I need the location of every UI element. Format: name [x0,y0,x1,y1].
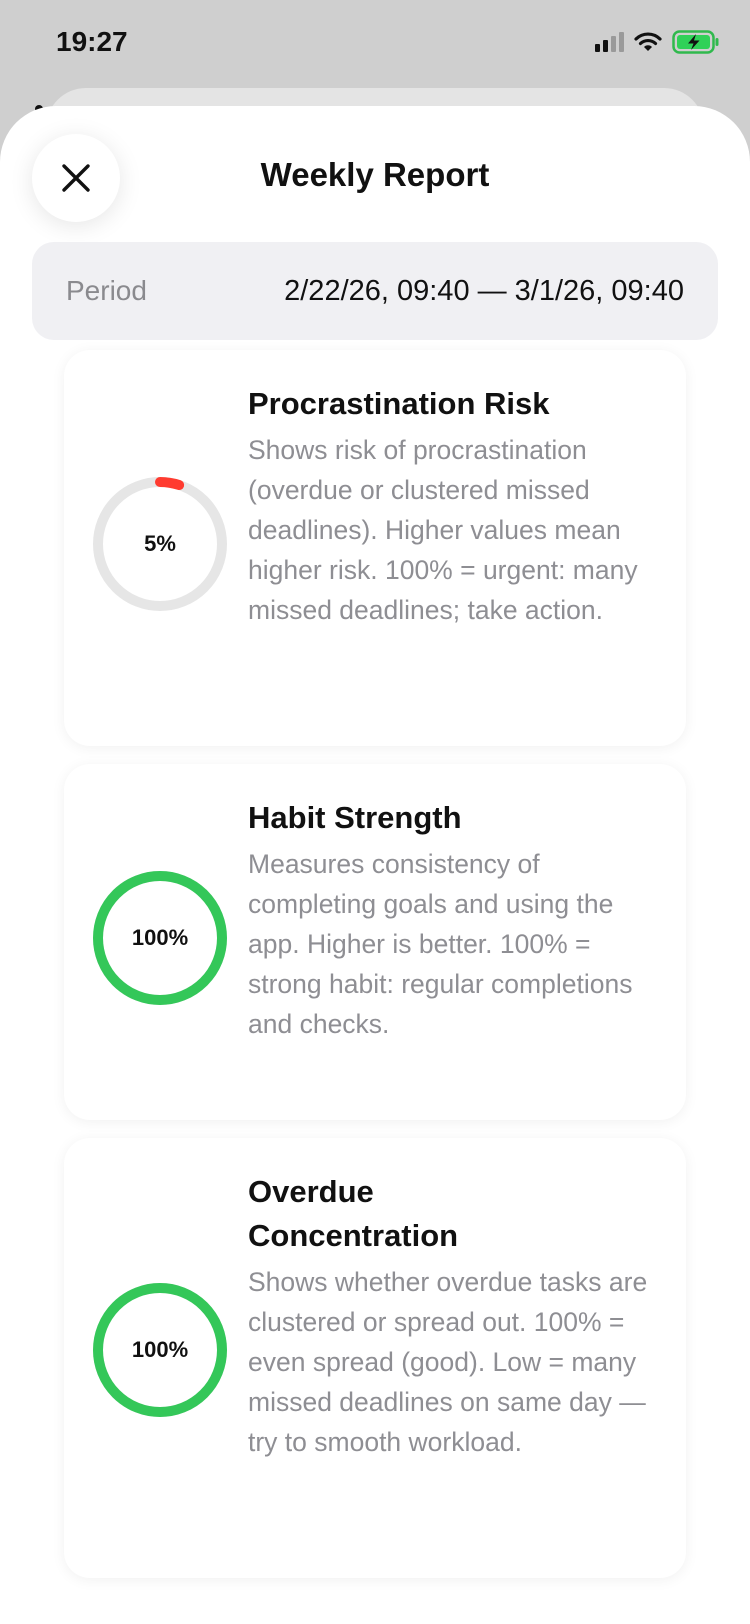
status-bar: 19:27 [0,0,750,90]
habit-strength-ring: 100% [90,868,230,1008]
habit-strength-value: 100% [131,925,189,950]
metric-title: Habit Strength [248,800,462,835]
procrastination-risk-ring: 5% [90,474,230,614]
metric-card-overdue-concentration: 100% Overdue Concentration Shows whether… [64,1138,686,1578]
metric-card-procrastination-risk: 5% Procrastination Risk Shows risk of pr… [64,350,686,746]
overdue-concentration-ring: 100% [90,1280,230,1420]
metric-title: Overdue Concentration [248,1174,459,1253]
metric-description: Shows risk of procrastination (overdue o… [248,435,638,625]
metric-title: Procrastination Risk [248,386,550,421]
page-title: Weekly Report [260,156,490,193]
period-row: Period 2/22/26, 09:40 — 3/1/26, 09:40 [32,242,718,340]
weekly-report-sheet: Weekly Report Period 2/22/26, 09:40 — 3/… [0,106,750,1624]
wifi-icon [634,32,662,51]
metric-card-habit-strength: 100% Habit Strength Measures consistency… [64,764,686,1120]
overdue-concentration-value: 100% [131,1337,189,1362]
period-label: Period [66,275,147,306]
period-value: 2/22/26, 09:40 — 3/1/26, 09:40 [284,274,684,307]
metric-description: Measures consistency of completing goals… [248,849,633,1039]
metric-description: Shows whether overdue tasks are clustere… [248,1267,648,1457]
status-time: 19:27 [56,26,128,57]
battery-charging-icon [672,30,719,54]
cellular-signal-icon [595,32,624,52]
procrastination-risk-value: 5% [144,531,176,556]
status-icons [595,30,720,54]
